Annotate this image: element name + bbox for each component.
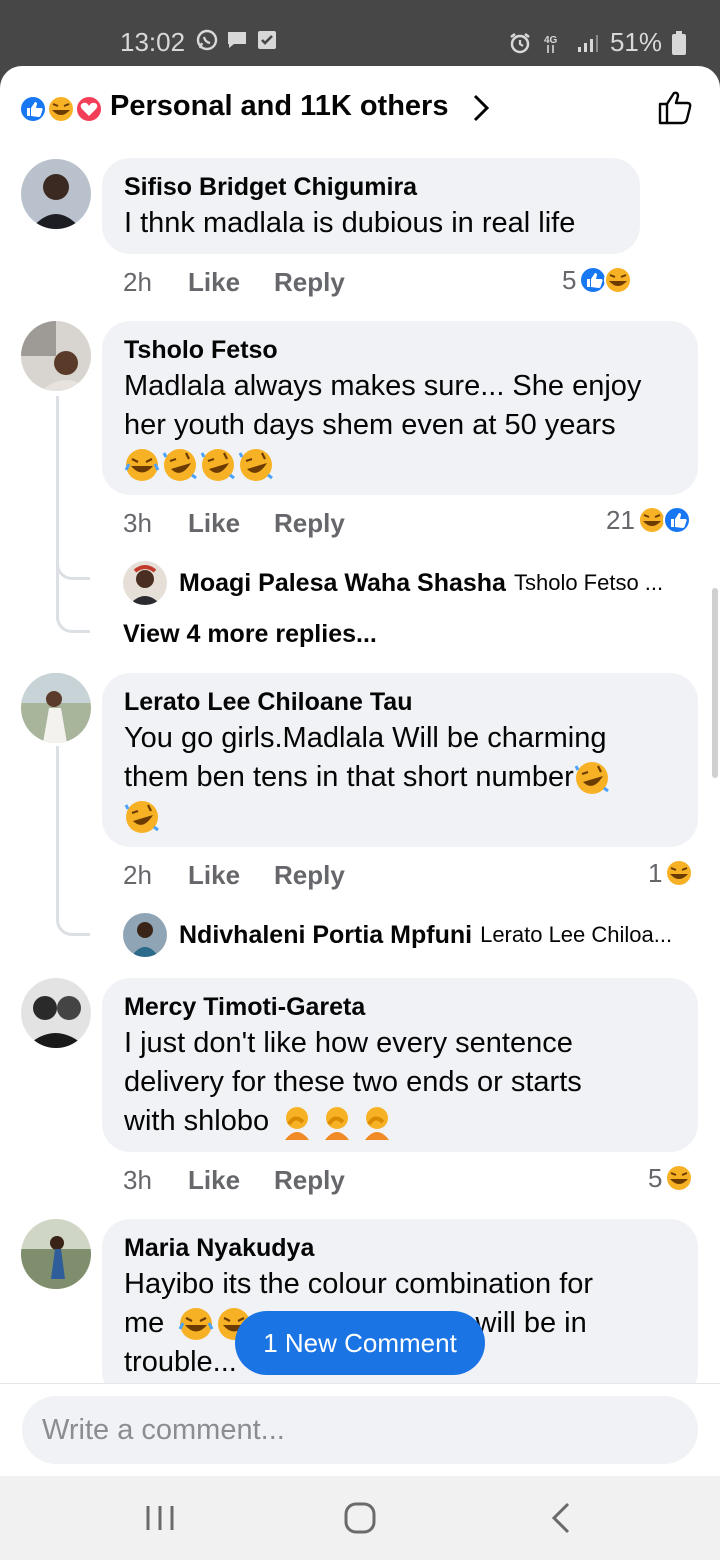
comments-sheet: Personal and 11K others Sifiso Bridget C…	[0, 66, 720, 1476]
commenter-name[interactable]: Maria Nyakudya	[124, 1231, 676, 1265]
reactions-summary: Personal and 11K others	[110, 90, 449, 122]
reactions-header[interactable]: Personal and 11K others	[0, 66, 720, 150]
scrollbar[interactable]	[712, 588, 718, 778]
laughing-emoji-icons	[124, 449, 273, 482]
view-more-replies-link[interactable]: View 4 more replies...	[123, 620, 377, 649]
comment-text-line: Madlala always makes sure... She enjoy	[124, 370, 642, 402]
whatsapp-icon	[196, 29, 218, 51]
comment-emojis	[124, 445, 676, 484]
haha-reaction-icon	[665, 859, 694, 887]
svg-text:4G: 4G	[544, 35, 558, 46]
comment-input-container[interactable]	[22, 1396, 698, 1464]
battery-percent: 51%	[609, 27, 662, 57]
reply-button[interactable]: Reply	[274, 1165, 364, 1196]
system-nav-bar	[0, 1476, 720, 1560]
reaction-count[interactable]: 21	[606, 502, 693, 538]
reaction-count-number: 21	[606, 504, 635, 535]
reply-preview-text: Tsholo Fetso ...	[513, 570, 664, 595]
comment-text-line: her youth days shem even at 50 years	[124, 409, 616, 441]
reaction-count[interactable]: 5	[648, 1160, 694, 1196]
recent-apps-button[interactable]	[140, 1498, 180, 1538]
checkbox-icon	[258, 31, 276, 49]
reply-button[interactable]: Reply	[274, 860, 364, 891]
thread-line	[56, 746, 59, 916]
comment-composer	[0, 1383, 720, 1476]
like-haha-reaction-icons	[579, 266, 633, 294]
thread-connector	[56, 916, 90, 936]
new-comment-button[interactable]: 1 New Comment	[235, 1311, 485, 1375]
reply-preview[interactable]: Moagi Palesa Waha Shasha Tsholo Fetso ..…	[179, 561, 663, 605]
reply-author-name[interactable]: Moagi Palesa Waha Shasha	[179, 569, 506, 598]
reaction-icons	[19, 95, 103, 123]
thread-line	[56, 396, 59, 620]
haha-reaction-icon	[665, 1164, 694, 1192]
comment-text-line: Hayibo its the colour combination for	[124, 1268, 594, 1300]
comment-time[interactable]: 2h	[123, 860, 188, 891]
avatar[interactable]	[21, 159, 91, 229]
commenter-name[interactable]: Tsholo Fetso	[124, 333, 676, 367]
commenter-name[interactable]: Sifiso Bridget Chigumira	[124, 170, 618, 204]
avatar[interactable]	[123, 561, 167, 605]
facepalm-emoji-icons	[285, 1107, 390, 1141]
comment-actions: 2h Like Reply	[123, 855, 364, 895]
reaction-count-number: 5	[648, 1162, 663, 1193]
comment-bubble[interactable]: Mercy Timoti-Gareta I just don't like ho…	[102, 978, 698, 1152]
reply-button[interactable]: Reply	[274, 267, 364, 298]
reaction-count[interactable]: 1	[648, 855, 694, 891]
rofl-emoji-icon	[574, 762, 609, 795]
comment-bubble[interactable]: Lerato Lee Chiloane Tau You go girls.Mad…	[102, 673, 698, 847]
comment-time[interactable]: 2h	[123, 267, 188, 298]
reaction-count[interactable]: 5	[562, 262, 634, 298]
reply-button[interactable]: Reply	[274, 508, 364, 539]
comment-text-line: You go girls.Madlala Will be charming	[124, 722, 607, 754]
like-button[interactable]: Like	[188, 508, 274, 539]
comment-text-line: I just don't like how every sentence	[124, 1027, 573, 1059]
comment-text-line: with shlobo	[124, 1105, 270, 1137]
avatar[interactable]	[21, 321, 91, 391]
rofl-emoji-icon	[124, 801, 159, 834]
commenter-name[interactable]: Mercy Timoti-Gareta	[124, 990, 676, 1024]
commenter-name[interactable]: Lerato Lee Chiloane Tau	[124, 685, 676, 719]
reply-preview-text: Lerato Lee Chiloa...	[480, 922, 673, 947]
like-button[interactable]: Like	[188, 1165, 274, 1196]
like-button[interactable]: Like	[188, 860, 274, 891]
comment-bubble[interactable]: Tsholo Fetso Madlala always makes sure..…	[102, 321, 698, 495]
avatar[interactable]	[21, 673, 91, 743]
comment-time[interactable]: 3h	[123, 1165, 188, 1196]
comment-actions: 2h Like Reply	[123, 262, 364, 302]
signal-icon	[577, 34, 598, 52]
avatar[interactable]	[21, 1219, 91, 1289]
reaction-count-number: 1	[648, 857, 663, 888]
avatar[interactable]	[123, 913, 167, 957]
home-button[interactable]	[340, 1498, 380, 1538]
reaction-count-number: 5	[562, 264, 577, 295]
network-4g-icon: 4G	[544, 35, 558, 53]
comment-actions: 3h Like Reply	[123, 1160, 364, 1200]
like-post-button[interactable]	[656, 88, 694, 126]
comment-text-line: delivery for these two ends or starts	[124, 1066, 582, 1098]
reply-author-name[interactable]: Ndivhaleni Portia Mpfuni	[179, 921, 472, 950]
like-button[interactable]: Like	[188, 267, 274, 298]
comment-text-line: them ben tens in that short number	[124, 761, 574, 793]
battery-icon	[672, 30, 686, 55]
thread-connector	[56, 560, 90, 580]
comment-time[interactable]: 3h	[123, 508, 188, 539]
comment-input[interactable]	[42, 1410, 662, 1450]
comment-actions: 3h Like Reply	[123, 503, 364, 543]
comment-text-line: me	[124, 1307, 165, 1339]
message-icon	[228, 32, 246, 48]
thread-connector	[56, 613, 90, 633]
comment-text: I thnk madlala is dubious in real life	[124, 207, 576, 239]
status-time: 13:02	[120, 27, 186, 57]
avatar[interactable]	[21, 978, 91, 1048]
back-button[interactable]	[542, 1498, 582, 1538]
reply-preview[interactable]: Ndivhaleni Portia Mpfuni Lerato Lee Chil…	[179, 913, 672, 957]
alarm-icon	[510, 32, 530, 53]
chevron-right-icon	[473, 94, 490, 122]
comment-bubble[interactable]: Sifiso Bridget Chigumira I thnk madlala …	[102, 158, 640, 254]
haha-like-reaction-icons	[637, 506, 691, 534]
